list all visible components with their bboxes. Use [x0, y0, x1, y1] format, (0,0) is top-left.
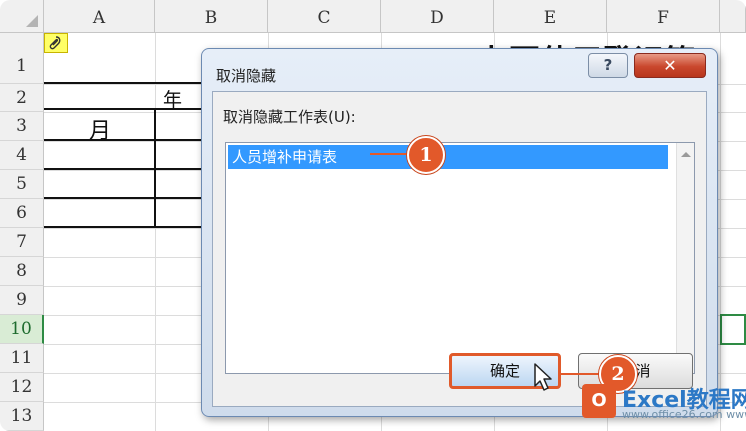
sheet-listbox[interactable]: 人员增补申请表 — [225, 142, 695, 374]
cell-b2[interactable]: 年 — [163, 85, 182, 112]
table-border — [44, 197, 224, 199]
close-button[interactable]: ✕ — [634, 53, 706, 78]
row-header-13[interactable]: 13 — [0, 402, 44, 431]
table-border — [44, 226, 224, 228]
excel-window: A B C D E F 1 2 3 4 5 6 7 8 9 10 11 12 1… — [0, 0, 746, 431]
table-border — [44, 168, 224, 170]
column-header-e[interactable]: E — [494, 0, 607, 33]
dialog-title: 取消隐藏 — [216, 67, 277, 85]
office-logo-icon: O — [582, 384, 616, 418]
row-header-8[interactable]: 8 — [0, 257, 44, 286]
column-header-b[interactable]: B — [155, 0, 268, 33]
help-button[interactable]: ? — [588, 53, 628, 78]
select-all-corner[interactable] — [0, 0, 44, 33]
row-header-1[interactable]: 1 — [0, 33, 44, 84]
table-border — [44, 108, 224, 110]
mouse-cursor-icon — [534, 363, 552, 391]
list-label: 取消隐藏工作表(U): — [223, 108, 356, 126]
row-header-11[interactable]: 11 — [0, 344, 44, 373]
cell-a3[interactable]: 月 — [89, 113, 111, 145]
callout-badge-1: 1 — [407, 136, 445, 174]
row-header-10[interactable]: 10 — [0, 315, 44, 344]
callout-line — [558, 373, 604, 375]
row-header-5[interactable]: 5 — [0, 170, 44, 199]
grid-line — [155, 33, 156, 431]
row-header-9[interactable]: 9 — [0, 286, 44, 315]
table-border — [44, 139, 224, 141]
watermark: O Excel教程网 www.office26.com www.excelcw.… — [582, 380, 746, 426]
row-header-3[interactable]: 3 — [0, 112, 44, 141]
comment-icon[interactable] — [44, 33, 68, 53]
selected-cell[interactable] — [720, 314, 746, 345]
grid-line — [720, 33, 721, 431]
row-header-12[interactable]: 12 — [0, 373, 44, 402]
unhide-dialog: 取消隐藏 ? ✕ 取消隐藏工作表(U): 人员增补申请表 确定 取消 — [201, 48, 718, 417]
column-header-c[interactable]: C — [268, 0, 381, 33]
column-header-a[interactable]: A — [44, 0, 155, 33]
table-border — [44, 82, 224, 84]
watermark-url: www.office26.com www.excelcw.com — [622, 408, 746, 421]
row-header-7[interactable]: 7 — [0, 228, 44, 257]
scroll-up-icon[interactable] — [681, 152, 691, 157]
row-header-2[interactable]: 2 — [0, 84, 44, 112]
column-header-d[interactable]: D — [381, 0, 494, 33]
row-header-4[interactable]: 4 — [0, 141, 44, 170]
listbox-scrollbar[interactable] — [676, 143, 694, 373]
column-header-f[interactable]: F — [607, 0, 720, 33]
row-header-6[interactable]: 6 — [0, 199, 44, 228]
table-border — [154, 108, 156, 228]
list-item[interactable]: 人员增补申请表 — [228, 145, 668, 169]
column-header-g[interactable] — [720, 0, 746, 33]
callout-line — [370, 153, 410, 155]
